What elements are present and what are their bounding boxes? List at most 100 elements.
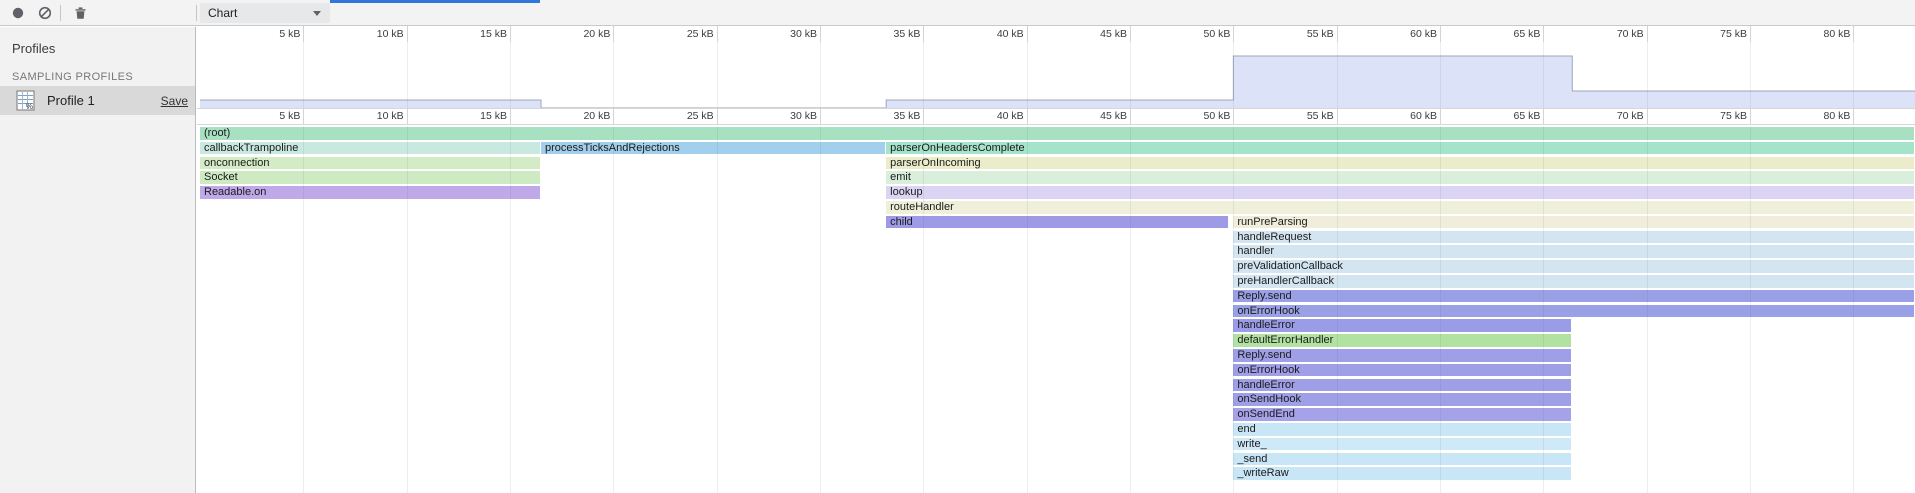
axis-tick-label: 15 kB <box>447 110 507 122</box>
axis-tick <box>1130 109 1131 124</box>
axis-tick-label: 30 kB <box>757 110 817 122</box>
axis-tick-label: 55 kB <box>1274 110 1334 122</box>
axis-tick <box>1647 26 1648 42</box>
flame-frame-processTicksAndRejections[interactable]: processTicksAndRejections <box>541 142 885 155</box>
memory-overview-chart[interactable] <box>197 42 1915 108</box>
axis-tick-label: 80 kB <box>1790 110 1850 122</box>
flame-frame-root[interactable]: (root) <box>200 127 1914 140</box>
flame-frame-handleError[interactable]: handleError <box>1233 319 1571 332</box>
profile-name: Profile 1 <box>47 93 95 108</box>
profiles-sidebar: Profiles SAMPLING PROFILES % Profile 1 S… <box>0 27 196 493</box>
flame-frame-runPreParsing[interactable]: runPreParsing <box>1233 216 1914 229</box>
axis-tick <box>923 26 924 42</box>
flame-frame-onSendHook[interactable]: onSendHook <box>1233 393 1571 406</box>
tab-indicator <box>330 0 540 3</box>
axis-tick-label: 5 kB <box>240 110 300 122</box>
axis-tick-label: 75 kB <box>1687 110 1747 122</box>
clear-button[interactable] <box>33 3 57 23</box>
delete-button[interactable] <box>68 3 92 23</box>
axis-tick <box>407 26 408 42</box>
axis-tick <box>1750 109 1751 124</box>
flame-frame-handler[interactable]: handler <box>1233 245 1914 258</box>
axis-tick <box>717 109 718 124</box>
axis-tick <box>1233 109 1234 124</box>
flame-frame-onSendEnd[interactable]: onSendEnd <box>1233 408 1571 421</box>
flame-frame-onconnection[interactable]: onconnection <box>200 157 540 170</box>
axis-tick <box>820 26 821 42</box>
allocation-flame-chart: (root) callbackTrampolineprocessTicksAndR… <box>197 126 1915 493</box>
view-mode-select[interactable]: Chart <box>200 3 330 23</box>
axis-tick-label: 60 kB <box>1377 28 1437 40</box>
flame-frame-Readable.on[interactable]: Readable.on <box>200 186 540 199</box>
profile-list-item[interactable]: % Profile 1 Save <box>0 86 195 115</box>
axis-tick-label: 70 kB <box>1584 110 1644 122</box>
toolbar-separator-2 <box>196 5 197 21</box>
axis-tick-label: 65 kB <box>1480 28 1540 40</box>
heap-profile-icon: % <box>16 90 35 111</box>
flame-frame-parserOnIncoming[interactable]: parserOnIncoming <box>886 157 1914 170</box>
axis-tick <box>613 26 614 42</box>
flame-frame-_writeRaw[interactable]: _writeRaw <box>1233 467 1571 480</box>
flame-frame-preHandlerCallback[interactable]: preHandlerCallback <box>1233 275 1914 288</box>
flame-frame-routeHandler[interactable]: routeHandler <box>886 201 1914 214</box>
axis-tick-label: 5 kB <box>240 28 300 40</box>
trash-icon <box>74 6 87 20</box>
flame-frame-handleRequest[interactable]: handleRequest <box>1233 231 1914 244</box>
axis-tick-label: 40 kB <box>964 110 1024 122</box>
sidebar-title: Profiles <box>12 41 55 56</box>
flame-frame-emit[interactable]: emit <box>886 171 1914 184</box>
flame-frame-handleError[interactable]: handleError <box>1233 379 1571 392</box>
flame-frame-_send[interactable]: _send <box>1233 453 1571 466</box>
flame-frame-lookup[interactable]: lookup <box>886 186 1914 199</box>
flame-frame-parserOnHeadersComplete[interactable]: parserOnHeadersComplete <box>886 142 1914 155</box>
overview-ruler: 5 kB10 kB15 kB20 kB25 kB30 kB35 kB40 kB4… <box>197 26 1915 42</box>
gridline <box>717 126 718 493</box>
flame-frame-Socket[interactable]: Socket <box>200 171 540 184</box>
axis-tick <box>717 26 718 42</box>
axis-tick-label: 60 kB <box>1377 110 1437 122</box>
axis-tick <box>1337 109 1338 124</box>
axis-tick <box>1543 109 1544 124</box>
axis-tick-label: 45 kB <box>1067 110 1127 122</box>
flame-frame-Reply.send[interactable]: Reply.send <box>1233 290 1914 303</box>
record-icon <box>11 6 25 20</box>
flame-frame-end[interactable]: end <box>1233 423 1571 436</box>
flame-frame-write_[interactable]: write_ <box>1233 438 1571 451</box>
flame-frame-child[interactable]: child <box>886 216 1228 229</box>
axis-tick-label: 75 kB <box>1687 28 1747 40</box>
flame-frame-callbackTrampoline[interactable]: callbackTrampoline <box>200 142 540 155</box>
axis-tick-label: 20 kB <box>550 110 610 122</box>
flame-frame-preValidationCallback[interactable]: preValidationCallback <box>1233 260 1914 273</box>
axis-tick-label: 15 kB <box>447 28 507 40</box>
axis-tick-label: 25 kB <box>654 110 714 122</box>
chevron-down-icon <box>313 11 321 16</box>
axis-tick <box>407 109 408 124</box>
flame-frame-Reply.send[interactable]: Reply.send <box>1233 349 1571 362</box>
flame-frame-defaultErrorHandler[interactable]: defaultErrorHandler <box>1233 334 1571 347</box>
view-mode-value: Chart <box>208 6 237 20</box>
axis-tick <box>1440 26 1441 42</box>
axis-tick <box>1337 26 1338 42</box>
sampling-profiles-section-label: SAMPLING PROFILES <box>12 71 133 83</box>
axis-tick <box>1853 109 1854 124</box>
axis-tick-label: 10 kB <box>344 28 404 40</box>
axis-tick-label: 35 kB <box>860 28 920 40</box>
axis-tick-label: 10 kB <box>344 110 404 122</box>
axis-tick <box>1647 109 1648 124</box>
axis-tick <box>613 109 614 124</box>
flame-frame-onErrorHook[interactable]: onErrorHook <box>1233 305 1914 318</box>
axis-tick <box>1130 26 1131 42</box>
axis-tick <box>820 109 821 124</box>
axis-tick <box>1233 26 1234 42</box>
save-profile-link[interactable]: Save <box>161 94 188 108</box>
axis-tick <box>303 26 304 42</box>
toolbar-separator <box>60 5 61 21</box>
axis-tick <box>510 26 511 42</box>
axis-tick <box>1027 26 1028 42</box>
axis-tick-label: 50 kB <box>1170 28 1230 40</box>
axis-tick <box>1750 26 1751 42</box>
axis-tick-label: 20 kB <box>550 28 610 40</box>
flame-frame-onErrorHook[interactable]: onErrorHook <box>1233 364 1571 377</box>
axis-tick-label: 45 kB <box>1067 28 1127 40</box>
record-button[interactable] <box>6 3 30 23</box>
